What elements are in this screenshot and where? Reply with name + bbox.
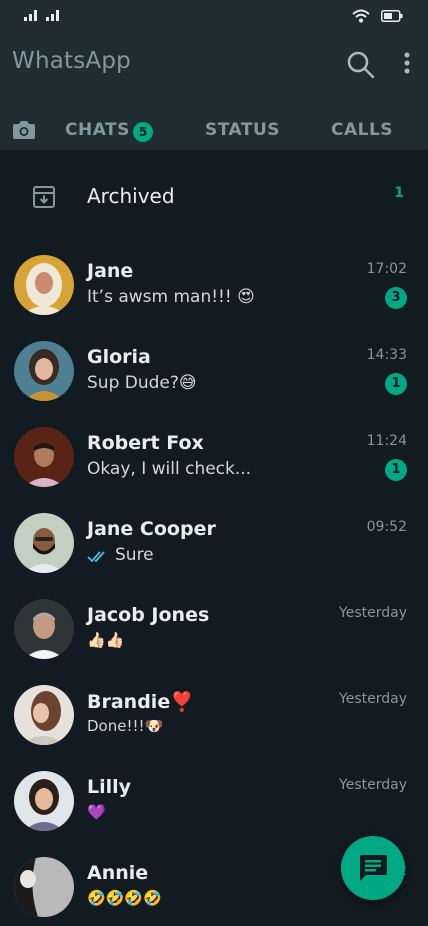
chat-row-brandie[interactable]: Brandie❣️ Done!!!🐶 Yesterday bbox=[0, 670, 428, 756]
chat-row-jane[interactable]: Jane It’s awsm man!!! 😍 17:02 3 bbox=[0, 240, 428, 326]
chat-time: Yesterday bbox=[339, 605, 407, 621]
chat-row-robert-fox[interactable]: Robert Fox Okay, I will check... 11:24 1 bbox=[0, 412, 428, 498]
chat-name: Brandie❣️ bbox=[87, 691, 194, 713]
chat-row-jacob-jones[interactable]: Jacob Jones 👍🏻👍🏻 Yesterday bbox=[0, 584, 428, 670]
unread-badge: 3 bbox=[385, 287, 407, 309]
chat-row-lilly[interactable]: Lilly 💜 Yesterday bbox=[0, 756, 428, 842]
camera-icon[interactable] bbox=[12, 120, 36, 140]
chat-last-message: 🤣🤣🤣🤣 bbox=[87, 889, 162, 907]
archived-label: Archived bbox=[87, 184, 175, 208]
whatsapp-screen: WhatsApp CHATS 5 STATUS CALLS Archived 1… bbox=[0, 0, 428, 926]
chat-row-gloria[interactable]: Gloria Sup Dude?😅 14:33 1 bbox=[0, 326, 428, 412]
wifi-icon bbox=[352, 9, 370, 23]
chat-last-message: 👍🏻👍🏻 bbox=[87, 631, 125, 649]
avatar[interactable] bbox=[14, 685, 74, 745]
chat-time: Yesterday bbox=[339, 691, 407, 707]
tab-chats[interactable]: CHATS bbox=[65, 120, 130, 140]
archived-count: 1 bbox=[394, 185, 404, 201]
chat-last-message: Okay, I will check... bbox=[87, 459, 252, 479]
avatar[interactable] bbox=[14, 427, 74, 487]
chat-list: Jane It’s awsm man!!! 😍 17:02 3 Gloria S… bbox=[0, 240, 428, 926]
chat-name: Robert Fox bbox=[87, 432, 204, 454]
signal-2-icon bbox=[46, 10, 59, 21]
chat-name: Gloria bbox=[87, 346, 151, 368]
double-check-icon bbox=[87, 551, 105, 563]
chat-time: 14:33 bbox=[366, 347, 407, 363]
archive-icon bbox=[33, 186, 55, 208]
app-header: WhatsApp CHATS 5 STATUS CALLS bbox=[0, 34, 428, 150]
tab-calls[interactable]: CALLS bbox=[331, 120, 393, 140]
search-icon[interactable] bbox=[346, 50, 376, 80]
chat-time: 11:24 bbox=[366, 433, 407, 449]
chat-name: Jacob Jones bbox=[87, 604, 210, 626]
avatar[interactable] bbox=[14, 513, 74, 573]
unread-badge: 1 bbox=[385, 459, 407, 481]
status-bar bbox=[0, 0, 428, 34]
chat-name: Jane bbox=[87, 260, 134, 282]
avatar[interactable] bbox=[14, 599, 74, 659]
app-title: WhatsApp bbox=[12, 48, 131, 74]
unread-badge: 1 bbox=[385, 373, 407, 395]
chat-name: Lilly bbox=[87, 776, 132, 798]
more-vert-icon[interactable] bbox=[401, 51, 413, 77]
chat-name: Annie bbox=[87, 862, 149, 884]
avatar[interactable] bbox=[14, 255, 74, 315]
chat-time: 09:52 bbox=[366, 519, 407, 535]
chat-last-message: 💜 bbox=[87, 803, 106, 821]
new-chat-button[interactable] bbox=[341, 836, 405, 900]
chat-last-message: Done!!!🐶 bbox=[87, 717, 164, 735]
tab-status[interactable]: STATUS bbox=[205, 120, 280, 140]
chat-time: Yesterday bbox=[339, 777, 407, 793]
archived-row[interactable]: Archived 1 bbox=[0, 150, 428, 240]
chat-last-message: Sure bbox=[87, 545, 154, 565]
new-chat-icon bbox=[360, 855, 387, 881]
chat-last-message: It’s awsm man!!! 😍 bbox=[87, 287, 255, 307]
chat-time: 17:02 bbox=[366, 261, 407, 277]
chat-last-message: Sup Dude?😅 bbox=[87, 373, 197, 393]
chat-last-message-text: Sure bbox=[115, 545, 154, 565]
chat-row-jane-cooper[interactable]: Jane Cooper Sure 09:52 bbox=[0, 498, 428, 584]
signal-1-icon bbox=[24, 10, 37, 21]
avatar[interactable] bbox=[14, 857, 74, 917]
chat-name: Jane Cooper bbox=[87, 518, 216, 540]
battery-icon bbox=[381, 10, 403, 22]
avatar[interactable] bbox=[14, 341, 74, 401]
avatar[interactable] bbox=[14, 771, 74, 831]
tab-bar: CHATS 5 STATUS CALLS bbox=[0, 112, 428, 150]
chats-unread-badge: 5 bbox=[133, 122, 153, 142]
